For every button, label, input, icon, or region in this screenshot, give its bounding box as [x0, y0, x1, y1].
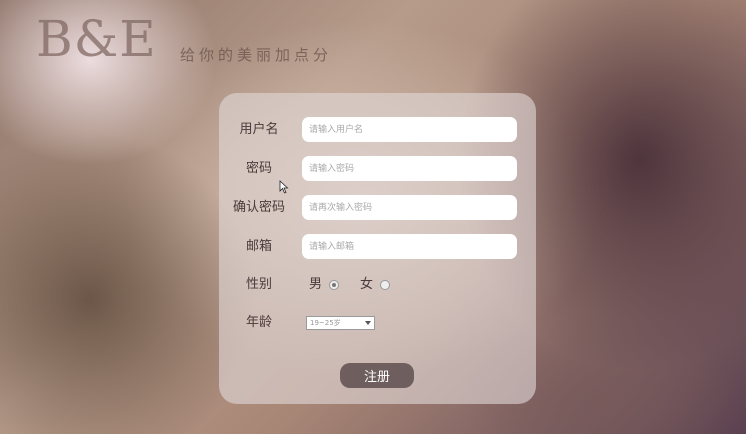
age-row: 年龄 19~25岁 — [219, 310, 536, 336]
password-input[interactable] — [302, 156, 517, 181]
confirm-password-row: 确认密码 — [219, 195, 536, 221]
logo: B&E — [36, 10, 157, 68]
username-input[interactable] — [302, 117, 517, 142]
username-label: 用户名 — [239, 122, 279, 137]
confirm-password-label: 确认密码 — [232, 200, 285, 215]
email-input[interactable] — [302, 234, 517, 259]
slogan: 给你的美丽加点分 — [180, 46, 333, 64]
gender-female-radio[interactable] — [380, 280, 390, 290]
gender-option-female[interactable]: 女 — [360, 272, 390, 298]
age-select-value: 19~25岁 — [310, 319, 341, 327]
register-form: 用户名 密码 确认密码 邮箱 性别 男 女 年龄 19~25岁 — [219, 93, 536, 404]
gender-option-male[interactable]: 男 — [309, 272, 339, 298]
username-row: 用户名 — [219, 117, 536, 143]
password-label: 密码 — [245, 161, 272, 176]
age-label: 年龄 — [245, 315, 272, 330]
gender-male-label: 男 — [309, 277, 323, 292]
age-select[interactable]: 19~25岁 — [306, 316, 375, 330]
register-button[interactable]: 注册 — [340, 363, 414, 388]
mouse-cursor-icon — [279, 180, 289, 194]
email-row: 邮箱 — [219, 234, 536, 260]
email-label: 邮箱 — [245, 239, 272, 254]
confirm-password-input[interactable] — [302, 195, 517, 220]
gender-female-label: 女 — [360, 277, 374, 292]
gender-male-radio[interactable] — [329, 280, 339, 290]
chevron-down-icon — [365, 321, 371, 325]
gender-label: 性别 — [245, 277, 272, 292]
password-row: 密码 — [219, 156, 536, 182]
gender-row: 性别 男 女 — [219, 272, 536, 298]
